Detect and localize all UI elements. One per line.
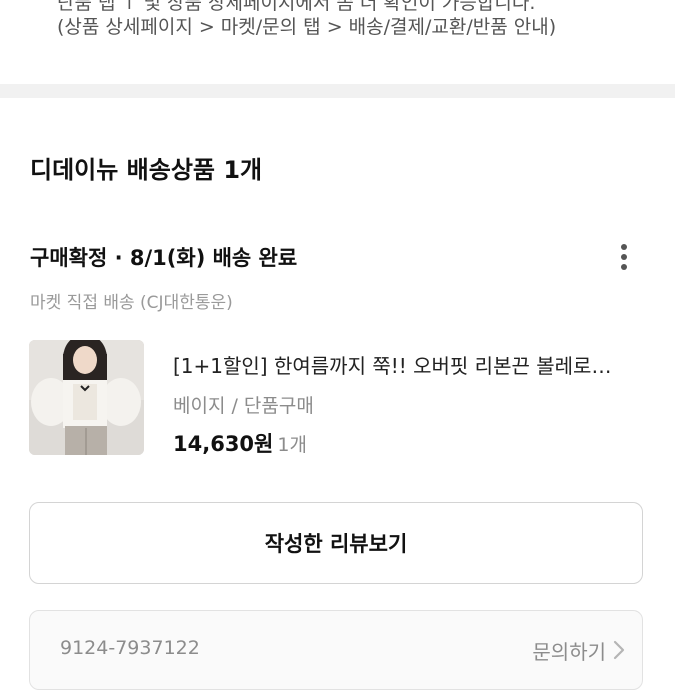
inquiry-link[interactable]: 문의하기: [532, 636, 606, 665]
product-thumbnail[interactable]: [29, 340, 144, 455]
more-vertical-icon: [621, 244, 627, 250]
notice-text-line2: (상품 상세페이지 > 마켓/문의 탭 > 배송/결제/교환/반품 안내): [57, 16, 557, 38]
chevron-right-icon[interactable]: [608, 637, 630, 663]
seller-shipment-title: 디데이뉴 배송상품 1개: [30, 156, 263, 184]
tracking-card: 9124-7937122 문의하기: [29, 610, 643, 690]
shipping-method: 마켓 직접 배송 (CJ대한통운): [30, 293, 233, 313]
product-quantity: 1개: [277, 434, 307, 456]
more-options-button[interactable]: [608, 238, 640, 276]
tracking-number: 9124-7937122: [60, 637, 200, 659]
product-price: 14,630원: [173, 432, 274, 456]
product-option: 베이지 / 단품구매: [173, 395, 314, 417]
delivery-notice: 단품 탭 ↑ 및 상품 상세페이지에서 좀 더 확인이 가능합니다. (상품 상…: [0, 0, 675, 84]
product-price-row: 14,630원 1개: [173, 428, 307, 458]
section-divider: [0, 84, 675, 98]
order-status: 구매확정 · 8/1(화) 배송 완료: [30, 246, 298, 270]
view-review-button[interactable]: 작성한 리뷰보기: [29, 502, 643, 584]
product-name[interactable]: [1+1할인] 한여름까지 쭉!! 오버핏 리본끈 볼레로 가디건: [173, 350, 613, 379]
product-photo-icon: [29, 340, 144, 455]
